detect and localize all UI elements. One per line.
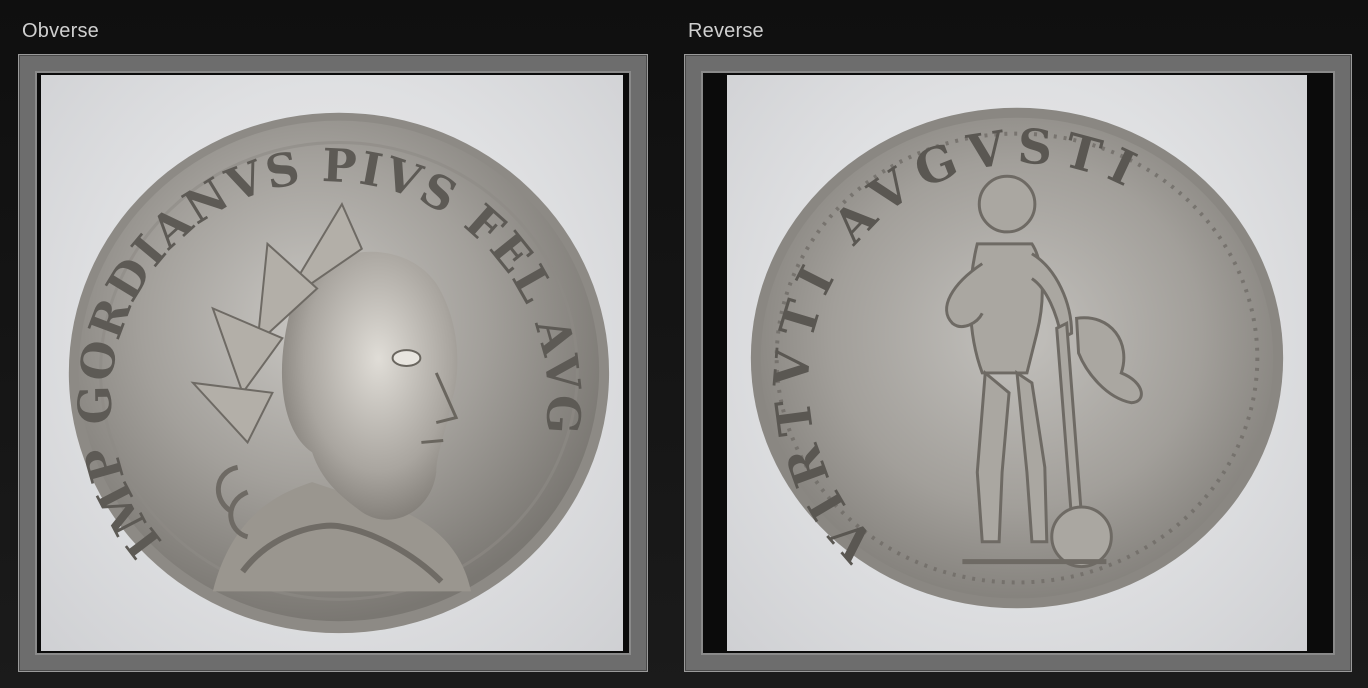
obverse-mat: IMP GORDIANVS PIVS FEL AVG — [37, 73, 629, 653]
reverse-caption: Reverse — [688, 20, 764, 42]
obverse-coin-image: IMP GORDIANVS PIVS FEL AVG — [68, 112, 610, 634]
reverse-mat: VIRTVTI AVGVSTI — [703, 73, 1333, 653]
obverse-caption: Obverse — [22, 20, 99, 42]
reverse-coin-photo[interactable]: VIRTVTI AVGVSTI — [727, 75, 1307, 651]
obverse-coin-photo[interactable]: IMP GORDIANVS PIVS FEL AVG — [41, 75, 623, 651]
obverse-frame: IMP GORDIANVS PIVS FEL AVG — [18, 54, 648, 672]
reverse-frame: VIRTVTI AVGVSTI — [684, 54, 1352, 672]
reverse-coin-image: VIRTVTI AVGVSTI — [750, 107, 1284, 609]
